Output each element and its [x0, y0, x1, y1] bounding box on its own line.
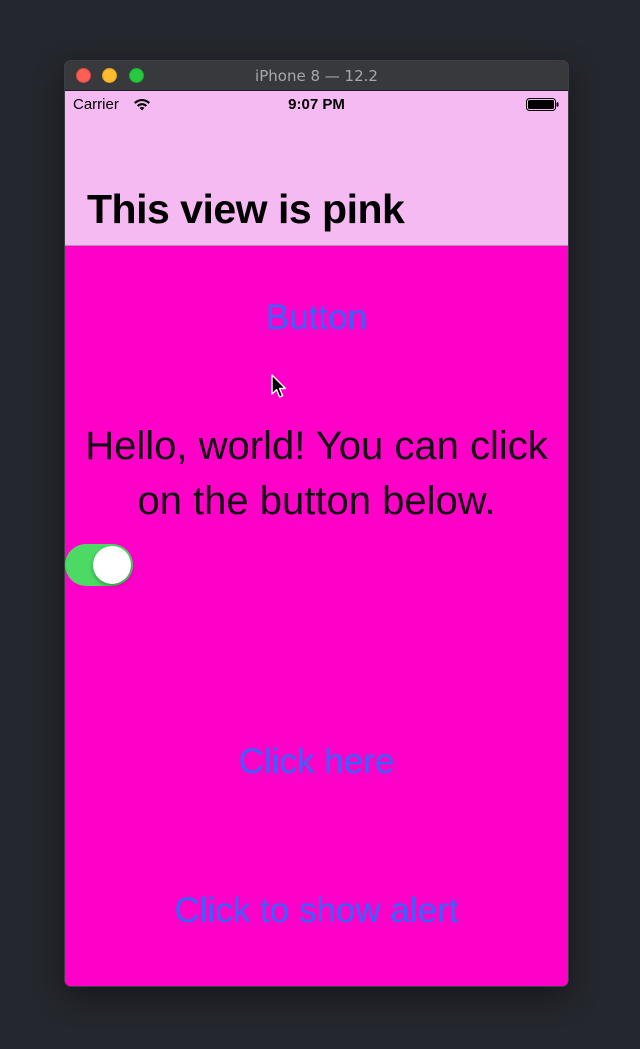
switch-knob[interactable]: [93, 546, 131, 584]
page-title: This view is pink: [87, 186, 405, 232]
content-view: Button Hello, world! You can click on th…: [65, 246, 568, 986]
window-titlebar[interactable]: iPhone 8 — 12.2: [65, 61, 568, 91]
hello-label: Hello, world! You can click on the butto…: [85, 424, 548, 523]
show-alert-button[interactable]: Click to show alert: [65, 891, 568, 931]
toggle-switch[interactable]: [65, 544, 133, 586]
status-time: 9:07 PM: [288, 96, 345, 113]
window-title: iPhone 8 — 12.2: [255, 67, 378, 85]
battery-icon: [526, 98, 559, 111]
mouse-cursor-icon: [271, 374, 287, 398]
click-here-button[interactable]: Click here: [65, 742, 568, 782]
simulator-window: iPhone 8 — 12.2 Carrier 9:07 PM This vie…: [65, 61, 568, 986]
button[interactable]: Button: [65, 298, 568, 338]
status-bar: Carrier 9:07 PM: [65, 91, 568, 117]
navigation-header: Carrier 9:07 PM This view is pink: [65, 91, 568, 246]
